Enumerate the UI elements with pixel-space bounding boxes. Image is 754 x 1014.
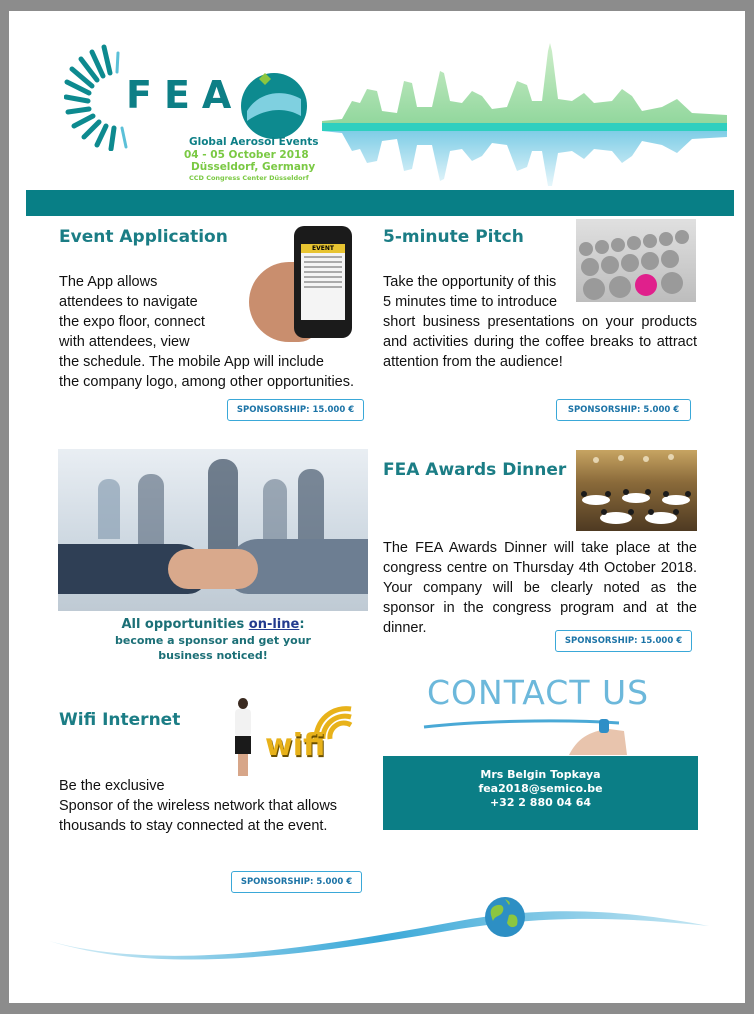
contact-swoosh-icon	[423, 719, 627, 755]
logo-location: Düsseldorf, Germany	[191, 161, 316, 173]
logo-dates: 04 - 05 October 2018	[184, 149, 309, 161]
contact-name: Mrs Belgin Topkaya	[480, 768, 601, 781]
online-link[interactable]: on-line	[249, 617, 300, 632]
online-suffix: :	[299, 617, 305, 632]
contact-email[interactable]: fea2018@semico.be	[383, 782, 698, 796]
contact-phone: +32 2 880 04 64	[489, 796, 592, 809]
pitch-line-1: Take the opportunity of this	[383, 274, 557, 290]
contact-box: Mrs Belgin Topkaya fea2018@semico.be +32…	[383, 756, 698, 830]
fea-logo-text: FEA	[126, 73, 244, 117]
handshake-image	[58, 449, 368, 611]
online-line-3: business noticed!	[158, 649, 268, 662]
awards-sponsorship-button[interactable]: SPONSORSHIP: 15.000 €	[555, 630, 692, 652]
awards-paragraph: The FEA Awards Dinner will take place at…	[383, 540, 697, 636]
wifi-sponsorship-button[interactable]: SPONSORSHIP: 5.000 €	[231, 871, 362, 893]
awards-title: FEA Awards Dinner	[383, 460, 567, 480]
wifi-text: Be the exclusive Sponsor of the wireless…	[59, 776, 379, 836]
pitch-title: 5-minute Pitch	[383, 227, 524, 247]
wifi-line-3: thousands to stay connected at the event…	[59, 818, 328, 834]
woman-skirt	[235, 736, 251, 754]
phone-screen-header: EVENT	[301, 244, 345, 253]
contact-us-image: CONTACT US	[419, 671, 659, 755]
wifi-woman-image: wifi	[223, 696, 358, 778]
fea-logo-circle-icon	[241, 73, 307, 139]
phone-in-hand-image: EVENT	[249, 222, 359, 342]
header-teal-band	[26, 190, 734, 216]
event-app-line-6: the company logo, among other opportunit…	[59, 374, 355, 390]
dusseldorf-skyline-image	[322, 43, 727, 186]
pitch-paragraph: short business presentations on your pro…	[383, 314, 697, 370]
pitch-sponsorship-button[interactable]: SPONSORSHIP: 5.000 €	[556, 399, 691, 421]
event-app-sponsorship-button[interactable]: SPONSORSHIP: 15.000 €	[227, 399, 364, 421]
phone-screen: EVENT	[301, 244, 345, 320]
pitch-text: Take the opportunity of this 5 minutes t…	[383, 272, 697, 372]
wifi-title: Wifi Internet	[59, 710, 181, 730]
woman-legs	[238, 754, 248, 776]
wifi-line-1: Be the exclusive	[59, 778, 165, 794]
event-app-title: Event Application	[59, 227, 228, 247]
online-callout: All opportunities on-line: become a spon…	[58, 617, 368, 663]
globe-icon	[485, 897, 525, 937]
pitch-line-2: 5 minutes time to introduce	[383, 294, 558, 310]
fea-logo: FEA Global Aerosol Events 04 - 05 Octobe…	[64, 41, 319, 191]
online-prefix: All opportunities	[121, 617, 249, 632]
event-app-line-5: the schedule. The mobile App will includ…	[59, 354, 324, 370]
online-line-2: become a sponsor and get your	[115, 634, 311, 647]
logo-venue: CCD Congress Center Düsseldorf	[189, 174, 309, 182]
wifi-word: wifi	[265, 728, 326, 763]
woman-body	[235, 709, 251, 737]
woman-head	[238, 698, 248, 709]
online-line-1: All opportunities on-line:	[58, 617, 368, 633]
footer-swoosh	[49, 911, 709, 960]
banquet-hall-image	[576, 450, 697, 531]
logo-subtitle: Global Aerosol Events	[189, 136, 319, 148]
brochure-page: FEA Global Aerosol Events 04 - 05 Octobe…	[9, 11, 745, 1003]
contact-us-heading: CONTACT US	[427, 673, 650, 712]
wifi-line-2: Sponsor of the wireless network that all…	[59, 798, 338, 814]
banquet-graphic	[581, 454, 691, 524]
